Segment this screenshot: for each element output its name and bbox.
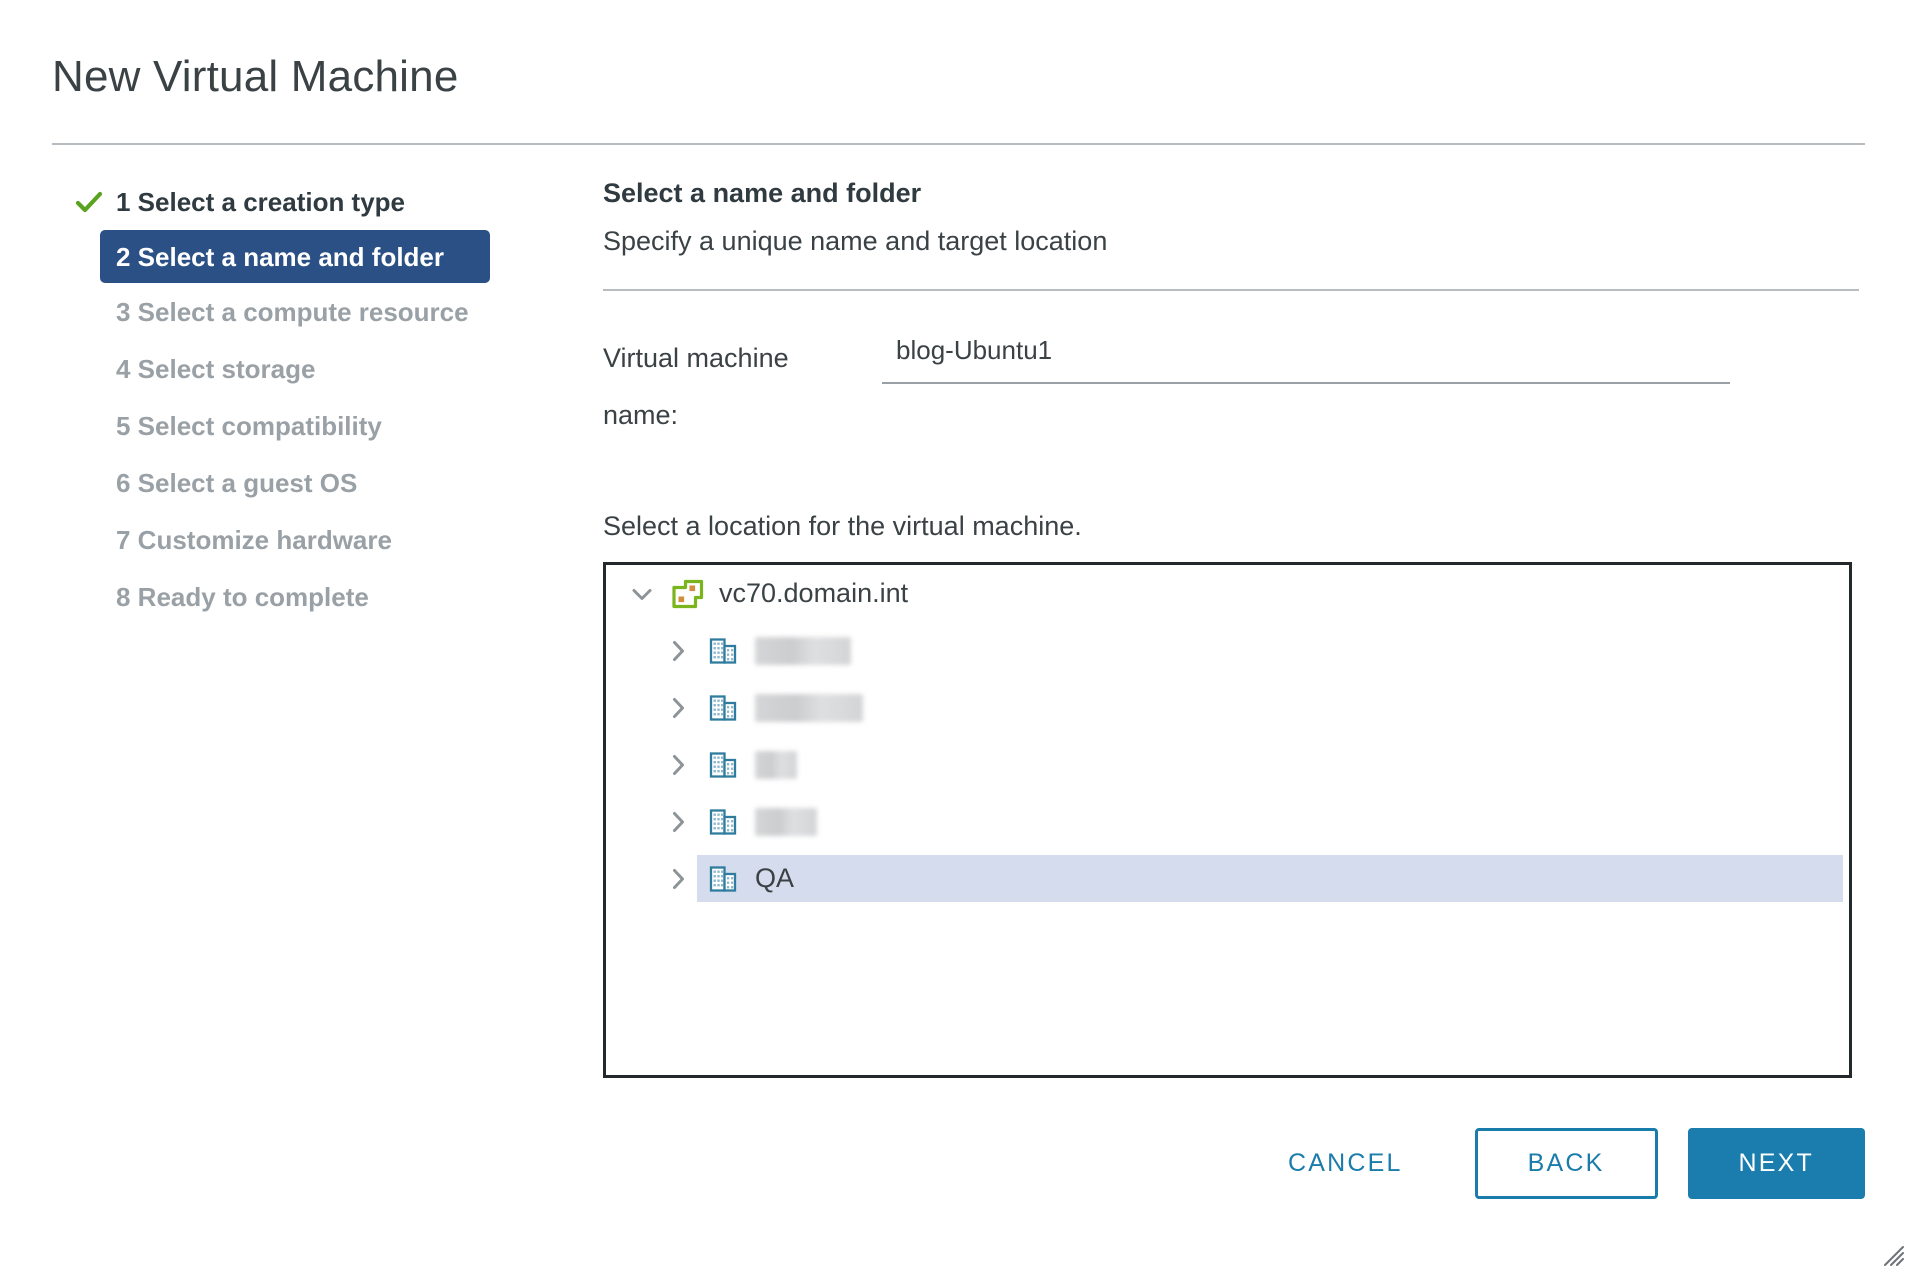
sidebar-item-select-name-and-folder[interactable]: 2 Select a name and folder: [100, 230, 490, 283]
tree-row[interactable]: QA: [606, 850, 1849, 907]
page-title: New Virtual Machine: [52, 52, 459, 101]
sidebar-item-select-storage[interactable]: 4 Select storage: [60, 340, 490, 397]
sidebar-item-label: 3 Select a compute resource: [116, 296, 469, 327]
location-prompt: Select a location for the virtual machin…: [603, 511, 1082, 541]
tree-row-content[interactable]: QA: [697, 855, 1843, 902]
sidebar-item-label: 1 Select a creation type: [116, 186, 406, 217]
sidebar-item-select-guest-os[interactable]: 6 Select a guest OS: [60, 454, 490, 511]
tree-row-content[interactable]: [697, 684, 1843, 731]
chevron-down-icon[interactable]: [623, 575, 661, 613]
datacenter-icon: [705, 746, 743, 784]
location-tree[interactable]: vc70.domain.int QA: [603, 562, 1852, 1078]
pane-divider: [603, 289, 1859, 291]
tree-node-label: vc70.domain.int: [719, 578, 909, 608]
tree-row[interactable]: [606, 679, 1849, 736]
vm-name-input[interactable]: [882, 330, 1730, 384]
tree-row[interactable]: [606, 736, 1849, 793]
tree-row-content[interactable]: [697, 798, 1843, 845]
sidebar-item-select-compute-resource[interactable]: 3 Select a compute resource: [60, 283, 490, 340]
tree-row-content[interactable]: [697, 627, 1843, 674]
check-icon: [74, 187, 104, 217]
tree-row[interactable]: vc70.domain.int: [606, 565, 1849, 622]
wizard-step-list: 1 Select a creation type 2 Select a name…: [60, 173, 490, 625]
sidebar-item-label: 6 Select a guest OS: [116, 467, 358, 498]
redacted-label: [755, 807, 817, 836]
resize-grip-icon[interactable]: [1878, 1240, 1904, 1266]
redacted-label: [755, 693, 863, 722]
sidebar-item-label: 8 Ready to complete: [116, 581, 369, 612]
pane-header: Select a name and folder Specify a uniqu…: [603, 176, 1865, 259]
datacenter-icon: [705, 632, 743, 670]
datacenter-icon: [705, 803, 743, 841]
wizard-footer: CANCEL BACK NEXT: [0, 1128, 1865, 1199]
window-title-row: New Virtual Machine: [52, 52, 1862, 101]
back-button[interactable]: BACK: [1474, 1128, 1658, 1199]
tree-node-label: QA: [755, 863, 795, 893]
sidebar-item-select-compatibility[interactable]: 5 Select compatibility: [60, 397, 490, 454]
sidebar-item-ready-to-complete[interactable]: 8 Ready to complete: [60, 568, 490, 625]
chevron-right-icon[interactable]: [659, 689, 697, 727]
tree-row[interactable]: [606, 622, 1849, 679]
tree-row-content[interactable]: vc70.domain.int: [661, 570, 1843, 617]
sidebar-item-label: 7 Customize hardware: [116, 524, 392, 555]
title-divider: [52, 143, 1865, 145]
vm-name-field-wrapper: [882, 330, 1730, 384]
sidebar-item-label: 4 Select storage: [116, 353, 316, 384]
sidebar-item-label: 2 Select a name and folder: [116, 241, 445, 272]
tree-row-content[interactable]: [697, 741, 1843, 788]
datacenter-icon: [705, 860, 743, 898]
datacenter-icon: [705, 689, 743, 727]
vcenter-server-icon: [669, 575, 707, 613]
cancel-button[interactable]: CANCEL: [1278, 1135, 1413, 1192]
next-button[interactable]: NEXT: [1687, 1128, 1865, 1199]
chevron-right-icon[interactable]: [659, 860, 697, 898]
sidebar-item-label: 5 Select compatibility: [116, 410, 382, 441]
pane-heading: Select a name and folder: [603, 178, 922, 208]
redacted-label: [755, 750, 797, 779]
sidebar-item-customize-hardware[interactable]: 7 Customize hardware: [60, 511, 490, 568]
vm-name-label: Virtual machine name:: [603, 343, 789, 430]
chevron-right-icon[interactable]: [659, 632, 697, 670]
chevron-right-icon[interactable]: [659, 803, 697, 841]
new-virtual-machine-wizard: New Virtual Machine 1 Select a creation …: [0, 0, 1920, 1280]
sidebar-item-select-creation-type[interactable]: 1 Select a creation type: [60, 173, 490, 230]
tree-row[interactable]: [606, 793, 1849, 850]
redacted-label: [755, 636, 851, 665]
chevron-right-icon[interactable]: [659, 746, 697, 784]
pane-subheading: Specify a unique name and target locatio…: [603, 226, 1108, 257]
